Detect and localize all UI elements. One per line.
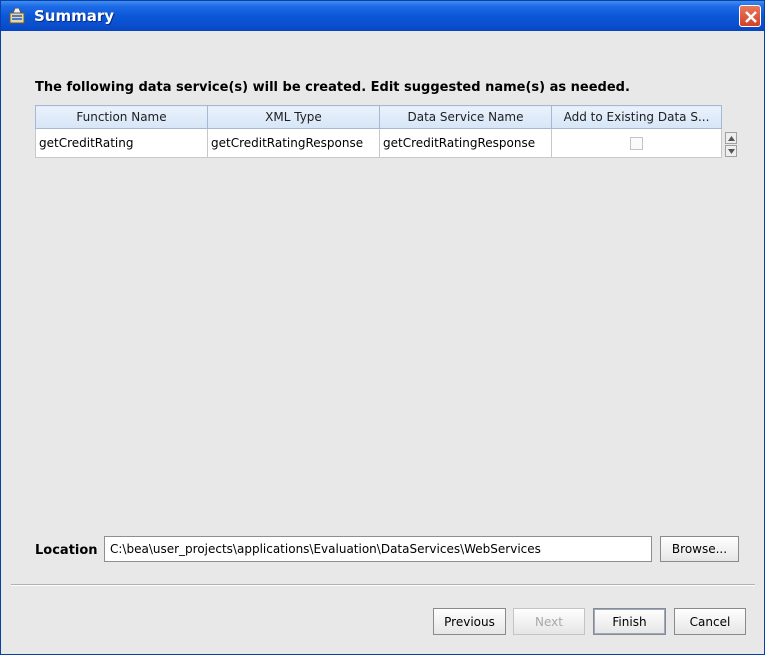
close-button[interactable] [739, 5, 761, 27]
scroll-up-button[interactable] [725, 132, 737, 144]
cancel-button[interactable]: Cancel [674, 608, 746, 635]
next-button[interactable]: Next [513, 608, 585, 635]
instructions-heading: The following data service(s) will be cr… [35, 80, 630, 95]
cell-xml-type: getCreditRatingResponse [207, 128, 380, 158]
scroll-down-button[interactable] [725, 145, 737, 157]
table-row[interactable]: getCreditRating getCreditRatingResponse … [35, 128, 722, 158]
column-header-function-name[interactable]: Function Name [35, 105, 208, 129]
summary-dialog: Summary The following data service(s) wi… [0, 0, 765, 655]
column-header-xml-type[interactable]: XML Type [207, 105, 380, 129]
finish-button[interactable]: Finish [593, 608, 666, 635]
table-header-row: Function Name XML Type Data Service Name… [35, 105, 722, 129]
column-header-add-to-existing[interactable]: Add to Existing Data S... [551, 105, 722, 129]
window-title: Summary [34, 7, 115, 25]
arrow-down-icon [728, 149, 735, 154]
arrow-up-icon [728, 136, 735, 141]
column-header-data-service-name[interactable]: Data Service Name [379, 105, 552, 129]
cell-add-to-existing [551, 128, 722, 158]
wizard-icon [9, 7, 27, 24]
data-service-table[interactable]: Function Name XML Type Data Service Name… [35, 105, 737, 161]
add-to-existing-checkbox[interactable] [630, 137, 643, 150]
separator [11, 584, 755, 586]
cell-function-name: getCreditRating [35, 128, 208, 158]
browse-button[interactable]: Browse... [660, 536, 739, 562]
cell-data-service-name[interactable]: getCreditRatingResponse [379, 128, 552, 158]
location-input[interactable] [104, 536, 652, 562]
location-label: Location [35, 543, 98, 558]
title-bar[interactable]: Summary [1, 1, 764, 31]
close-icon [745, 11, 757, 23]
previous-button[interactable]: Previous [433, 608, 506, 635]
row-spinner[interactable] [725, 132, 737, 158]
